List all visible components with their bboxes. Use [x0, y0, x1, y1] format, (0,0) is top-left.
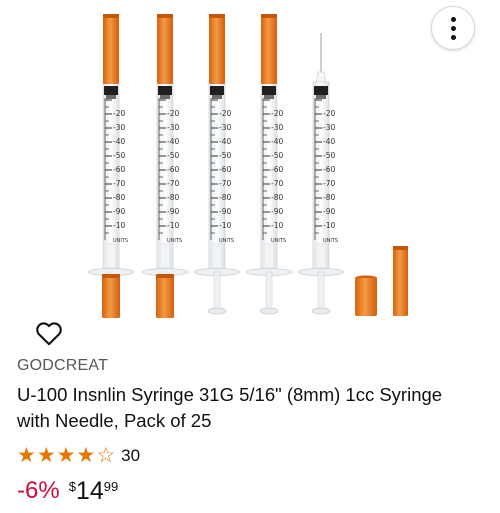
- syringe-3: [193, 14, 241, 315]
- syringe-5-uncapped: [297, 33, 345, 315]
- product-image[interactable]: -20 -30 -40 -50 -60 -70 -80 -90 -10 UNIT…: [0, 0, 500, 330]
- syringe-1: [87, 14, 135, 318]
- rating-count: 30: [121, 446, 141, 465]
- product-title[interactable]: U-100 Insnlin Syringe 31G 5/16" (8mm) 1c…: [17, 382, 477, 434]
- syringe-4: [245, 14, 293, 315]
- wishlist-button[interactable]: [32, 316, 66, 350]
- loose-plunger-cap: [355, 275, 377, 316]
- price-currency: $: [68, 479, 76, 494]
- star-rating: ★ ★ ★ ★ ☆: [17, 445, 115, 467]
- price-fraction: 99: [103, 479, 119, 494]
- star-full-icon: ★: [76, 444, 96, 467]
- price-row: -6% $ 14 99: [17, 476, 118, 508]
- loose-needle-cap: [393, 246, 408, 316]
- star-full-icon: ★: [56, 444, 76, 467]
- rating-row[interactable]: ★ ★ ★ ★ ☆ 30: [17, 443, 140, 469]
- heart-outline-icon: [36, 322, 62, 346]
- syringes-photo: -20 -30 -40 -50 -60 -70 -80 -90 -10 UNIT…: [87, 14, 408, 318]
- product-brand: GODCREAT: [17, 357, 109, 374]
- price-whole: 14: [75, 477, 104, 505]
- more-vertical-icon: [450, 16, 456, 40]
- more-options-button[interactable]: [431, 6, 475, 50]
- price: $ 14 99: [69, 476, 119, 506]
- syringe-2: [141, 14, 189, 318]
- star-outline-icon: ☆: [96, 444, 116, 467]
- discount-percent: -6%: [17, 477, 60, 504]
- star-full-icon: ★: [17, 444, 36, 467]
- star-full-icon: ★: [36, 444, 56, 467]
